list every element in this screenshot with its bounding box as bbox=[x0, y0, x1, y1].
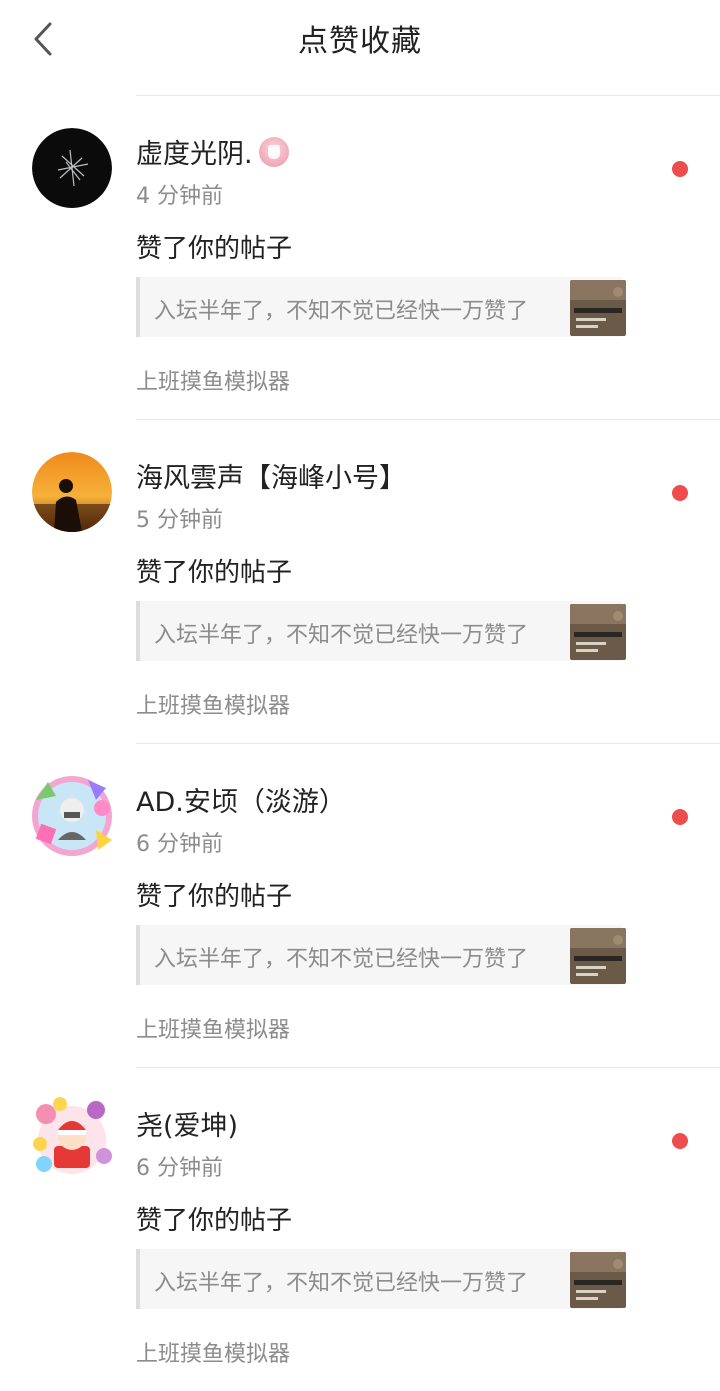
action-text: 赞了你的帖子 bbox=[136, 1206, 293, 1236]
username[interactable]: 海风雲声【海峰小号】 bbox=[136, 456, 406, 495]
post-excerpt: 入坛半年了，不知不觉已经快一万赞了 bbox=[154, 623, 529, 648]
username-text: 海风雲声【海峰小号】 bbox=[136, 463, 406, 494]
page-title: 点赞收藏 bbox=[298, 24, 422, 59]
header-bar: 点赞收藏 bbox=[0, 0, 720, 76]
post-preview-card[interactable]: 入坛半年了，不知不觉已经快一万赞了 bbox=[136, 925, 626, 985]
notification-item[interactable]: 尧(爱坤) 6 分钟前 赞了你的帖子 入坛半年了，不知不觉已经快一万赞了 上班摸… bbox=[33, 1067, 720, 1391]
post-thumbnail bbox=[570, 280, 626, 336]
notification-item[interactable]: AD.安顷（淡游） 6 分钟前 赞了你的帖子 入坛半年了，不知不觉已经快一万赞了… bbox=[32, 743, 720, 1067]
avatar[interactable] bbox=[26, 1090, 118, 1182]
avatar[interactable] bbox=[26, 770, 118, 862]
post-thumbnail bbox=[570, 1252, 626, 1308]
unread-indicator bbox=[672, 1133, 688, 1149]
avatar[interactable] bbox=[32, 128, 112, 208]
username[interactable]: AD.安顷（淡游） bbox=[136, 780, 346, 819]
username[interactable]: 虚度光阴. bbox=[136, 132, 289, 171]
member-badge-icon bbox=[258, 136, 289, 167]
username-text: AD.安顷（淡游） bbox=[136, 787, 346, 818]
action-text: 赞了你的帖子 bbox=[136, 234, 293, 264]
notification-list: 虚度光阴. 4 分钟前 赞了你的帖子 入坛半年了，不知不觉已经快一万赞了 上班摸… bbox=[0, 95, 720, 1391]
action-text: 赞了你的帖子 bbox=[136, 882, 293, 912]
post-excerpt: 入坛半年了，不知不觉已经快一万赞了 bbox=[154, 299, 529, 324]
source-forum[interactable]: 上班摸鱼模拟器 bbox=[136, 688, 290, 720]
action-text: 赞了你的帖子 bbox=[136, 558, 293, 588]
timestamp: 6 分钟前 bbox=[136, 1156, 223, 1181]
notification-item[interactable]: 海风雲声【海峰小号】 5 分钟前 赞了你的帖子 入坛半年了，不知不觉已经快一万赞… bbox=[32, 419, 720, 743]
timestamp: 6 分钟前 bbox=[136, 832, 223, 857]
post-thumbnail bbox=[570, 928, 626, 984]
post-thumbnail bbox=[570, 604, 626, 660]
post-preview-card[interactable]: 入坛半年了，不知不觉已经快一万赞了 bbox=[136, 601, 626, 661]
timestamp: 4 分钟前 bbox=[136, 184, 223, 209]
post-excerpt: 入坛半年了，不知不觉已经快一万赞了 bbox=[154, 947, 529, 972]
post-preview-card[interactable]: 入坛半年了，不知不觉已经快一万赞了 bbox=[136, 277, 626, 337]
source-forum[interactable]: 上班摸鱼模拟器 bbox=[136, 1336, 290, 1368]
source-forum[interactable]: 上班摸鱼模拟器 bbox=[136, 1012, 290, 1044]
post-preview-card[interactable]: 入坛半年了，不知不觉已经快一万赞了 bbox=[136, 1249, 626, 1309]
username[interactable]: 尧(爱坤) bbox=[136, 1104, 238, 1143]
post-excerpt: 入坛半年了，不知不觉已经快一万赞了 bbox=[154, 1271, 529, 1296]
unread-indicator bbox=[672, 485, 688, 501]
notification-item[interactable]: 虚度光阴. 4 分钟前 赞了你的帖子 入坛半年了，不知不觉已经快一万赞了 上班摸… bbox=[32, 95, 720, 419]
unread-indicator bbox=[672, 161, 688, 177]
username-text: 尧(爱坤) bbox=[136, 1111, 239, 1142]
avatar[interactable] bbox=[32, 452, 112, 532]
unread-indicator bbox=[672, 809, 688, 825]
username-text: 虚度光阴. bbox=[136, 139, 253, 170]
source-forum[interactable]: 上班摸鱼模拟器 bbox=[136, 364, 290, 396]
timestamp: 5 分钟前 bbox=[136, 508, 223, 533]
